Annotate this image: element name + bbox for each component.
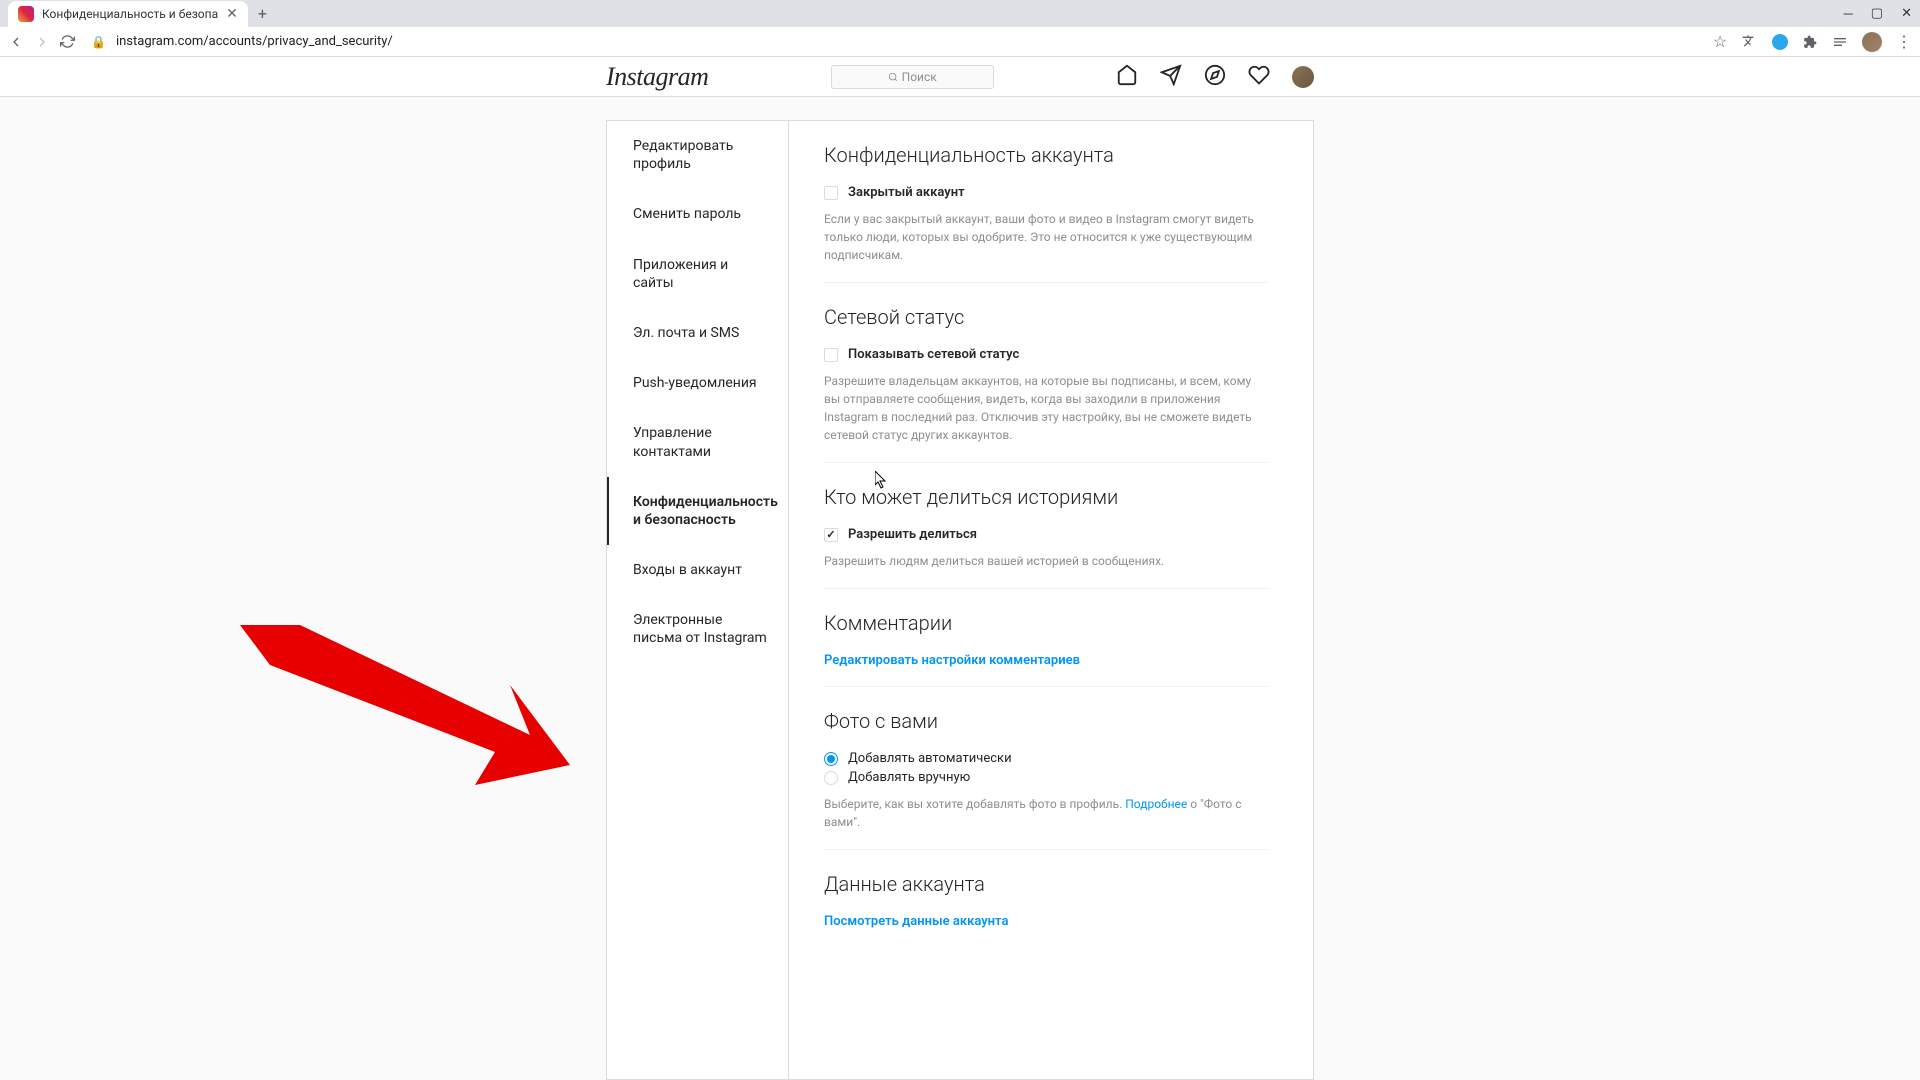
sidebar-item-emails[interactable]: Электронные письма от Instagram xyxy=(607,595,788,663)
view-account-data-link[interactable]: Посмотреть данные аккаунта xyxy=(824,914,1268,929)
story-sharing-checkbox[interactable] xyxy=(824,528,838,542)
sidebar-item-contacts[interactable]: Управление контактами xyxy=(607,408,788,476)
tab-title: Конфиденциальность и безопа xyxy=(42,7,218,21)
activity-icon[interactable] xyxy=(1248,64,1270,90)
story-sharing-help: Разрешить людям делиться вашей историей … xyxy=(824,552,1268,570)
sidebar-item-edit-profile[interactable]: Редактировать профиль xyxy=(607,121,788,189)
add-auto-radio[interactable] xyxy=(824,752,838,766)
close-tab-icon[interactable]: ✕ xyxy=(226,6,238,22)
sidebar-item-login-activity[interactable]: Входы в аккаунт xyxy=(607,545,788,595)
sidebar-item-privacy-security[interactable]: Конфиденциальность и безопасность xyxy=(607,477,788,545)
private-account-checkbox[interactable] xyxy=(824,186,838,200)
instagram-logo[interactable]: Instagram xyxy=(606,62,708,92)
maximize-icon[interactable]: ▢ xyxy=(1871,6,1883,21)
sidebar-item-change-password[interactable]: Сменить пароль xyxy=(607,189,788,239)
translate-icon[interactable] xyxy=(1742,34,1758,50)
photos-help: Выберите, как вы хотите добавлять фото в… xyxy=(824,795,1268,831)
add-manual-radio[interactable] xyxy=(824,771,838,785)
private-account-label: Закрытый аккаунт xyxy=(848,185,965,200)
story-sharing-label: Разрешить делиться xyxy=(848,527,977,542)
menu-icon[interactable]: ⋮ xyxy=(1896,34,1912,50)
star-icon[interactable]: ☆ xyxy=(1712,34,1728,50)
forward-button[interactable] xyxy=(34,34,50,50)
section-title-photos: Фото с вами xyxy=(824,709,1268,733)
activity-status-checkbox[interactable] xyxy=(824,348,838,362)
new-tab-button[interactable]: + xyxy=(248,4,277,23)
sidebar-item-apps[interactable]: Приложения и сайты xyxy=(607,240,788,308)
instagram-favicon xyxy=(18,6,34,22)
minimize-icon[interactable]: ─ xyxy=(1844,6,1853,22)
telegram-icon[interactable] xyxy=(1772,34,1788,50)
reading-list-icon[interactable] xyxy=(1832,34,1848,50)
edit-comments-link[interactable]: Редактировать настройки комментариев xyxy=(824,653,1268,668)
section-title-data: Данные аккаунта xyxy=(824,872,1268,896)
add-manual-label: Добавлять вручную xyxy=(848,770,970,785)
search-input[interactable]: Поиск xyxy=(831,65,994,89)
back-button[interactable] xyxy=(8,34,24,50)
home-icon[interactable] xyxy=(1116,64,1138,90)
private-account-help: Если у вас закрытый аккаунт, ваши фото и… xyxy=(824,210,1268,264)
add-auto-label: Добавлять автоматически xyxy=(848,751,1012,766)
extensions-icon[interactable] xyxy=(1802,34,1818,50)
reload-button[interactable] xyxy=(60,34,75,49)
activity-status-label: Показывать сетевой статус xyxy=(848,347,1019,362)
url-input[interactable]: instagram.com/accounts/privacy_and_secur… xyxy=(116,34,1702,49)
photos-learn-more-link[interactable]: Подробнее xyxy=(1125,797,1187,811)
sidebar-item-push[interactable]: Push-уведомления xyxy=(607,358,788,408)
activity-status-help: Разрешите владельцам аккаунтов, на котор… xyxy=(824,372,1268,444)
search-placeholder: Поиск xyxy=(902,70,937,84)
section-title-activity: Сетевой статус xyxy=(824,305,1268,329)
profile-avatar[interactable] xyxy=(1862,32,1882,52)
section-title-comments: Комментарии xyxy=(824,611,1268,635)
section-title-story: Кто может делиться историями xyxy=(824,485,1268,509)
explore-icon[interactable] xyxy=(1204,64,1226,90)
messages-icon[interactable] xyxy=(1160,64,1182,90)
section-title-privacy: Конфиденциальность аккаунта xyxy=(824,143,1268,167)
sidebar-item-email-sms[interactable]: Эл. почта и SMS xyxy=(607,308,788,358)
search-icon xyxy=(888,72,898,82)
user-avatar[interactable] xyxy=(1292,66,1314,88)
lock-icon[interactable]: 🔒 xyxy=(91,35,106,49)
browser-tab[interactable]: Конфиденциальность и безопа ✕ xyxy=(8,1,248,27)
close-window-icon[interactable]: ✕ xyxy=(1901,6,1912,21)
